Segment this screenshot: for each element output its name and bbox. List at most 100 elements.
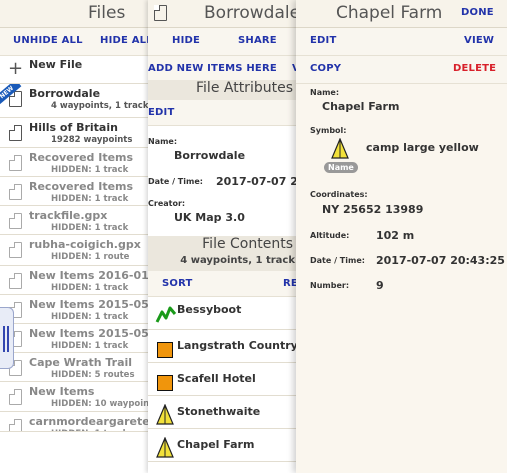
name-label: Name: (148, 137, 178, 146)
file-summary: HIDDEN: 5 routes (51, 370, 135, 380)
file-name: Hills of Britain (29, 121, 118, 134)
waypoint-detail-panel: Chapel Farm DONE EDIT VIEW COPY DELETE N… (296, 0, 507, 473)
symbol-name-tag: Name (324, 162, 358, 173)
content-item-name: Langstrath Country Inn (177, 339, 297, 352)
grip-icon (7, 326, 9, 352)
file-row[interactable]: Recovered Items HIDDEN: 1 track (0, 148, 149, 177)
waypoint-name-label: Name: (310, 88, 340, 97)
file-titlebar: Borrowdale (148, 0, 297, 28)
waypoint-datetime-value: 2017-07-07 20:43:25 (376, 254, 505, 267)
file-row[interactable]: Hills of Britain 19282 waypoints (0, 118, 149, 148)
new-file-row[interactable]: + New File (0, 56, 149, 84)
file-summary: HIDDEN: 1 track (51, 429, 128, 431)
coordinates-label: Coordinates: (310, 190, 368, 199)
sort-button[interactable]: SORT (162, 278, 193, 289)
files-titlebar: Files (0, 0, 149, 28)
attributes-bar: EDIT (148, 100, 297, 126)
edit-attributes-button[interactable]: EDIT (148, 107, 174, 118)
file-name: carnmordeargarete.gp (29, 415, 149, 428)
number-label: Number: (310, 281, 350, 290)
file-summary: 4 waypoints, 1 track (51, 101, 149, 111)
camp-large-yellow-icon (331, 138, 349, 159)
file-name-value: Borrowdale (174, 149, 246, 162)
file-row[interactable]: carnmordeargarete.gpHIDDEN: 1 track (0, 412, 149, 432)
file-title: Borrowdale (204, 3, 298, 23)
files-title: Files (88, 3, 126, 23)
file-row[interactable]: rubha-coigich.gpx HIDDEN: 1 route (0, 235, 149, 266)
drawer-handle[interactable] (0, 307, 14, 369)
file-name: New Items (29, 385, 95, 398)
delete-button[interactable]: DELETE (453, 63, 496, 74)
file-doc-icon (9, 155, 22, 171)
datetime-label: Date / Time: (148, 177, 203, 186)
file-doc-icon (9, 273, 22, 289)
files-panel: Files UNHIDE ALL HIDE ALL + New File Bor… (0, 0, 150, 473)
content-item-name: Bessyboot (177, 303, 242, 316)
new-file-label: New File (29, 58, 83, 71)
content-item-name: Chapel Farm (177, 438, 255, 451)
add-new-items-button[interactable]: ADD NEW ITEMS HERE (148, 63, 277, 74)
file-row[interactable]: Borrowdale 4 waypoints, 1 track NEW (0, 84, 149, 118)
file-summary: HIDDEN: 1 track (51, 223, 129, 233)
file-summary: HIDDEN: 1 track (51, 194, 129, 204)
file-doc-icon (9, 184, 22, 200)
file-content-item[interactable]: Chapel Farm (148, 429, 297, 462)
done-button[interactable]: DONE (461, 7, 494, 18)
hide-button[interactable]: HIDE (172, 35, 200, 46)
file-name: Recovered Items (29, 180, 134, 193)
file-doc-icon (9, 213, 22, 229)
share-button[interactable]: SHARE (238, 35, 277, 46)
file-content-item[interactable]: Bessyboot (148, 297, 297, 330)
files-toolbar: UNHIDE ALL HIDE ALL (0, 28, 149, 56)
edit-button[interactable]: EDIT (310, 35, 336, 46)
sort-bar: SORT RE (148, 271, 297, 297)
file-detail-panel: Borrowdale HIDE SHARE ADD NEW ITEMS HERE… (148, 0, 298, 473)
orange-square-icon (157, 342, 173, 358)
file-content-item[interactable]: Scafell Hotel (148, 363, 297, 396)
file-name: New Items 2015-05-02 (29, 327, 149, 340)
file-summary: 19282 waypoints (51, 135, 133, 145)
content-item-name: Scafell Hotel (177, 372, 256, 385)
contents-summary: 4 waypoints, 1 track (148, 255, 297, 271)
file-contents-header: File Contents (148, 236, 297, 256)
symbol-value: camp large yellow (366, 141, 479, 154)
file-row[interactable]: Cape Wrath Trail HIDDEN: 5 routes (0, 353, 149, 382)
camp-yellow-icon (156, 404, 174, 425)
file-name: Recovered Items (29, 151, 134, 164)
file-name: trackfile.gpx (29, 209, 108, 222)
file-row[interactable]: New Items 2016-01-14HIDDEN: 1 track (0, 266, 149, 295)
file-summary: HIDDEN: 1 track (51, 312, 129, 322)
file-summary: HIDDEN: 1 track (51, 165, 129, 175)
file-doc-icon (154, 5, 167, 21)
grip-icon (3, 326, 5, 352)
file-doc-icon (9, 419, 22, 431)
coordinates-value: NY 25652 13989 (322, 203, 424, 216)
unhide-all-button[interactable]: UNHIDE ALL (13, 35, 83, 46)
file-content-item[interactable]: Stonethwaite (148, 396, 297, 429)
file-name: rubha-coigich.gpx (29, 238, 141, 251)
file-content-item[interactable]: Langstrath Country Inn (148, 330, 297, 363)
symbol-label: Symbol: (310, 126, 347, 135)
file-toolbar: HIDE SHARE (148, 28, 297, 56)
orange-square-icon (157, 375, 173, 391)
file-row[interactable]: trackfile.gpx HIDDEN: 1 track (0, 206, 149, 235)
file-doc-icon (9, 125, 22, 141)
view-button[interactable]: VIEW (464, 35, 494, 46)
file-summary: HIDDEN: 1 track (51, 341, 129, 351)
file-name: New Items 2015-05-01 (29, 298, 149, 311)
file-row[interactable]: Recovered Items HIDDEN: 1 track (0, 177, 149, 206)
file-name: Cape Wrath Trail (29, 356, 133, 369)
waypoint-title: Chapel Farm (336, 3, 443, 23)
file-row[interactable]: New ItemsHIDDEN: 10 waypoints, 1 (0, 382, 149, 412)
copy-button[interactable]: COPY (310, 63, 341, 74)
hide-all-button[interactable]: HIDE ALL (100, 35, 149, 46)
file-row[interactable]: New Items 2015-05-01HIDDEN: 1 track (0, 295, 149, 324)
file-summary: HIDDEN: 10 waypoints, 1 (51, 399, 149, 409)
waypoint-actions: COPY DELETE (296, 56, 507, 84)
file-row[interactable]: New Items 2015-05-02HIDDEN: 1 track (0, 324, 149, 353)
altitude-value: 102 m (376, 229, 415, 242)
creator-value: UK Map 3.0 (174, 211, 245, 224)
file-doc-icon (9, 242, 22, 258)
waypoint-toolbar: EDIT VIEW (296, 28, 507, 56)
file-doc-icon (9, 389, 22, 405)
